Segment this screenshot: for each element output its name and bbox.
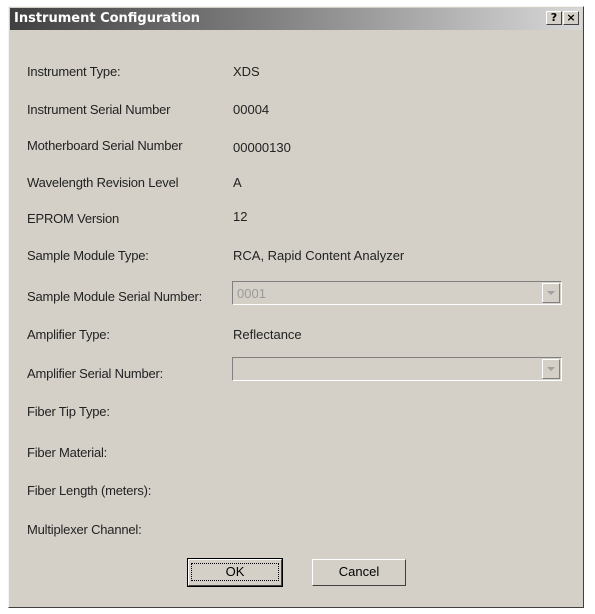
wavelength-revision-label: Wavelength Revision Level — [27, 175, 179, 190]
eprom-version-value: 12 — [233, 209, 248, 224]
instrument-serial-value: 00004 — [233, 102, 270, 117]
chevron-down-icon[interactable] — [542, 283, 560, 303]
instrument-type-label: Instrument Type: — [27, 64, 121, 79]
sample-module-serial-value: 0001 — [237, 286, 266, 301]
motherboard-serial-label: Motherboard Serial Number — [27, 138, 183, 153]
instrument-type-value: XDS — [233, 64, 260, 79]
sample-module-serial-select[interactable]: 0001 — [232, 281, 562, 305]
help-button[interactable]: ? — [546, 11, 562, 25]
fiber-tip-type-label: Fiber Tip Type: — [27, 404, 110, 419]
eprom-version-label: EPROM Version — [27, 211, 120, 226]
amplifier-serial-select[interactable] — [232, 357, 562, 381]
motherboard-serial-value: 00000130 — [233, 140, 291, 155]
amplifier-type-value: Reflectance — [233, 327, 302, 342]
sample-module-type-label: Sample Module Type: — [27, 248, 149, 263]
wavelength-revision-value: A — [233, 175, 242, 190]
instrument-serial-label: Instrument Serial Number — [27, 102, 171, 117]
close-button[interactable]: × — [563, 11, 579, 25]
instrument-configuration-dialog: Instrument Configuration ? × — [8, 6, 584, 608]
window-title: Instrument Configuration — [14, 11, 201, 26]
title-bar[interactable]: Instrument Configuration ? × — [10, 8, 582, 30]
amplifier-type-label: Amplifier Type: — [27, 327, 110, 342]
fiber-material-label: Fiber Material: — [27, 445, 108, 460]
help-icon: ? — [550, 11, 558, 24]
amplifier-serial-label: Amplifier Serial Number: — [27, 366, 164, 381]
cancel-button-label: Cancel — [338, 564, 380, 579]
multiplexer-channel-label: Multiplexer Channel: — [27, 522, 142, 537]
cancel-button[interactable]: Cancel — [312, 559, 406, 586]
close-icon: × — [566, 11, 576, 24]
ok-button[interactable]: OK — [187, 558, 283, 587]
sample-module-serial-label: Sample Module Serial Number: — [27, 289, 203, 304]
chevron-down-icon[interactable] — [542, 359, 560, 379]
ok-button-label: OK — [190, 563, 280, 581]
fiber-length-label: Fiber Length (meters): — [27, 483, 152, 498]
sample-module-type-value: RCA, Rapid Content Analyzer — [233, 248, 405, 263]
